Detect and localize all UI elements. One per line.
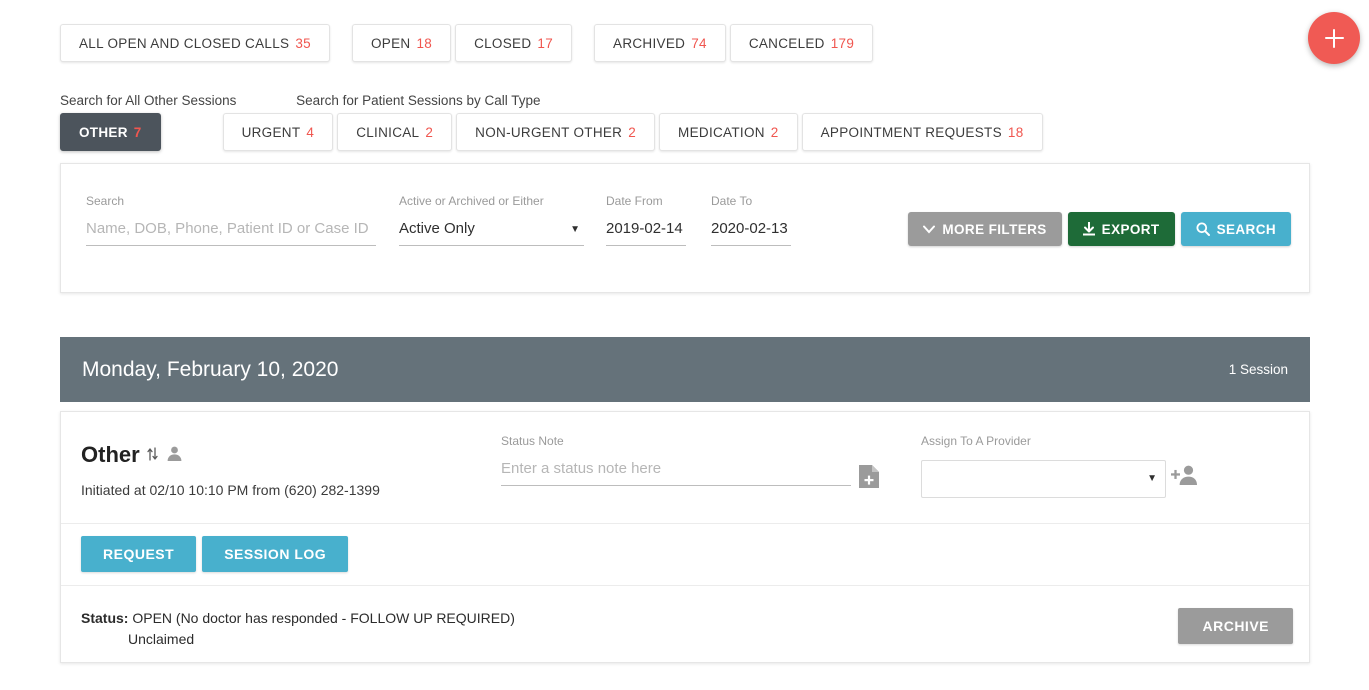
note-add-icon — [858, 465, 880, 492]
tab-count: 17 — [537, 35, 554, 51]
tab-count: 2 — [425, 124, 434, 140]
tab-label: OPEN — [370, 35, 411, 51]
export-button[interactable]: EXPORT — [1067, 212, 1175, 246]
session-log-button[interactable]: SESSION LOG — [202, 536, 349, 572]
add-note-button[interactable] — [858, 464, 880, 489]
search-input[interactable] — [86, 220, 376, 246]
tab-count: 4 — [306, 124, 315, 140]
more-filters-label: MORE FILTERS — [942, 221, 1047, 237]
active-archived-label: Active or Archived or Either — [399, 194, 544, 208]
sort-arrows-icon — [146, 442, 160, 468]
request-button[interactable]: REQUEST — [81, 536, 197, 572]
status-value: OPEN (No doctor has responded - FOLLOW U… — [132, 610, 515, 626]
day-group-header: Monday, February 10, 2020 1 Session — [60, 337, 1310, 402]
export-label: EXPORT — [1101, 221, 1160, 237]
person-add-icon — [1171, 465, 1197, 489]
more-filters-button[interactable]: MORE FILTERS — [908, 212, 1062, 246]
session-action-buttons: REQUEST SESSION LOG — [81, 536, 349, 572]
session-type-label: Other — [81, 442, 140, 467]
search-label: Search — [86, 194, 125, 208]
chevron-down-icon — [923, 225, 936, 234]
active-archived-select[interactable]: ▼ — [399, 220, 584, 246]
tab-label: ALL OPEN AND CLOSED CALLS — [79, 35, 290, 51]
tab-all-open-and-closed-calls[interactable]: ALL OPEN AND CLOSED CALLS 35 — [60, 24, 330, 62]
assign-provider-label: Assign To A Provider — [921, 434, 1031, 448]
date-to-input[interactable] — [711, 220, 791, 246]
status-line-1: Status: OPEN (No doctor has responded - … — [81, 608, 515, 629]
tab-count: 2 — [628, 124, 637, 140]
assign-provider-field: Assign To A Provider ▼ — [921, 434, 1166, 498]
tab-count: 18 — [416, 35, 433, 51]
status-tabs: ALL OPEN AND CLOSED CALLS 35 OPEN 18 CLO… — [60, 24, 874, 62]
tab-non-urgent-other[interactable]: NON-URGENT OTHER 2 — [456, 113, 656, 151]
session-summary-row: Other Initiated at 02/10 10:10 PM from (… — [61, 412, 1309, 524]
tab-count: 179 — [830, 35, 855, 51]
tab-label: CLOSED — [474, 35, 532, 51]
tab-appointment-requests[interactable]: APPOINTMENT REQUESTS 18 — [801, 113, 1043, 151]
label-all-other-sessions: Search for All Other Sessions — [60, 93, 237, 108]
call-type-tabs: OTHER 7 URGENT 4 CLINICAL 2 NON-URGENT O… — [60, 113, 1043, 151]
plus-icon — [1332, 28, 1336, 48]
date-to-field: Date To — [711, 194, 791, 246]
day-group-session-count: 1 Session — [1228, 362, 1288, 377]
tab-count: 2 — [770, 124, 779, 140]
assign-provider-button[interactable] — [1171, 464, 1197, 486]
assign-provider-select[interactable]: ▼ — [921, 460, 1166, 498]
status-note-label: Status Note — [501, 434, 564, 448]
chevron-down-icon: ▼ — [1147, 473, 1157, 484]
search-button-label: SEARCH — [1216, 221, 1276, 237]
tab-urgent[interactable]: URGENT 4 — [222, 113, 334, 151]
session-status-row: Status: OPEN (No doctor has responded - … — [61, 586, 1309, 662]
tab-label: ARCHIVED — [613, 35, 686, 51]
tab-count: 18 — [1007, 124, 1024, 140]
tab-label: CANCELED — [748, 35, 825, 51]
active-archived-value[interactable] — [399, 220, 584, 246]
session-type: Other — [81, 442, 183, 468]
tab-medication[interactable]: MEDICATION 2 — [659, 113, 798, 151]
date-from-label: Date From — [606, 194, 663, 208]
download-icon — [1082, 222, 1095, 236]
tab-label: APPOINTMENT REQUESTS — [820, 124, 1002, 140]
tab-count: 7 — [133, 124, 142, 140]
add-session-fab[interactable] — [1308, 12, 1360, 64]
person-icon — [166, 442, 183, 468]
search-button[interactable]: SEARCH — [1180, 212, 1291, 246]
filter-panel: Search Active or Archived or Either ▼ Da… — [60, 163, 1310, 293]
tab-canceled[interactable]: CANCELED 179 — [729, 24, 874, 62]
date-from-input[interactable] — [606, 220, 686, 246]
tab-other[interactable]: OTHER 7 — [60, 113, 161, 151]
search-section-labels: Search for All Other Sessions Search for… — [60, 93, 541, 108]
tab-open[interactable]: OPEN 18 — [351, 24, 452, 62]
date-to-label: Date To — [711, 194, 753, 208]
tab-label: NON-URGENT OTHER — [475, 124, 623, 140]
day-group-date: Monday, February 10, 2020 — [82, 357, 339, 381]
label-patient-sessions-by-call-type: Search for Patient Sessions by Call Type — [296, 93, 541, 108]
tab-label: MEDICATION — [678, 124, 765, 140]
tab-closed[interactable]: CLOSED 17 — [455, 24, 573, 62]
search-icon — [1196, 222, 1210, 236]
status-claim: Unclaimed — [128, 631, 195, 647]
session-card: Other Initiated at 02/10 10:10 PM from (… — [60, 411, 1310, 663]
filter-actions: MORE FILTERS EXPORT SEARCH — [908, 212, 1291, 246]
archive-button[interactable]: ARCHIVE — [1178, 608, 1293, 644]
tab-label: CLINICAL — [356, 124, 420, 140]
tab-count: 35 — [295, 35, 311, 51]
tab-archived[interactable]: ARCHIVED 74 — [594, 24, 726, 62]
tab-count: 74 — [691, 35, 707, 51]
tab-label: URGENT — [241, 124, 301, 140]
tab-clinical[interactable]: CLINICAL 2 — [337, 113, 453, 151]
status-note-field: Status Note — [501, 434, 851, 486]
search-field: Search — [86, 194, 376, 246]
tab-label: OTHER — [79, 124, 128, 140]
status-note-input[interactable] — [501, 460, 851, 486]
session-initiated-info: Initiated at 02/10 10:10 PM from (620) 2… — [81, 482, 380, 498]
status-prefix: Status: — [81, 610, 129, 626]
status-text: Status: OPEN (No doctor has responded - … — [81, 608, 515, 650]
active-archived-field: Active or Archived or Either ▼ — [399, 194, 584, 246]
session-actions-row: REQUEST SESSION LOG — [61, 524, 1309, 586]
date-from-field: Date From — [606, 194, 686, 246]
